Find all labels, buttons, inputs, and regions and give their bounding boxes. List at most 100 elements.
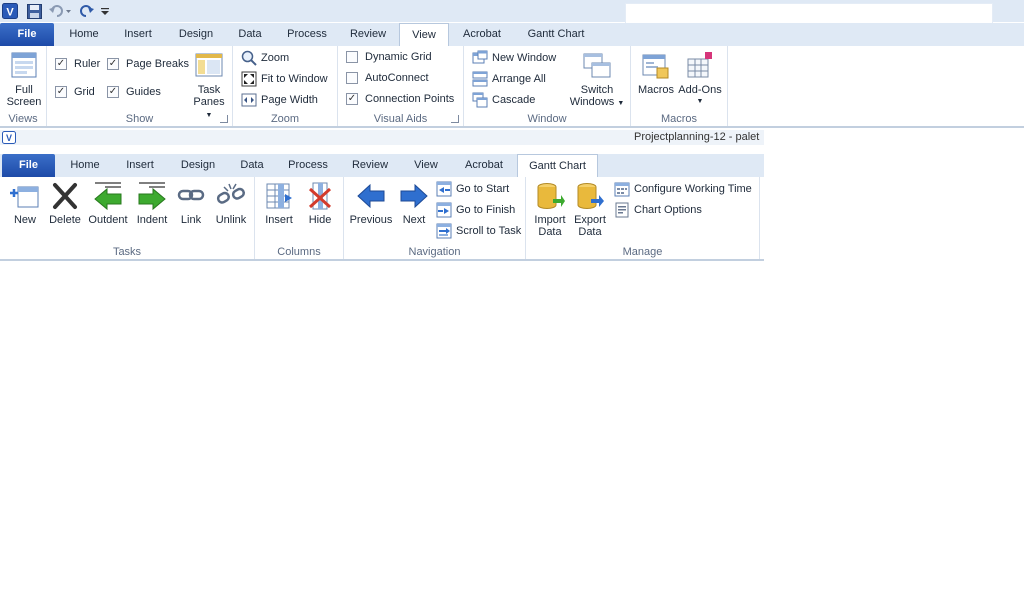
macros-button[interactable]: Macros [635, 51, 677, 96]
group-window: New Window Arrange All Cascade Switch Wi… [464, 46, 631, 126]
fit-to-window-button[interactable]: Fit to Window [241, 71, 328, 87]
autoconnect-checkbox[interactable]: AutoConnect [346, 72, 429, 84]
bottom-tab-insert[interactable]: Insert [116, 154, 164, 177]
full-screen-button[interactable]: Full Screen [4, 51, 44, 108]
tab-design[interactable]: Design [170, 23, 222, 46]
tab-review[interactable]: Review [342, 23, 394, 46]
import-data-label-2: Data [538, 226, 562, 238]
autoconnect-label: AutoConnect [365, 72, 429, 84]
cascade-label: Cascade [492, 94, 536, 106]
macros-label: Macros [637, 84, 675, 96]
hide-column-label: Hide [308, 214, 332, 226]
new-window-button[interactable]: New Window [472, 50, 556, 66]
previous-button[interactable]: Previous [348, 181, 394, 226]
next-label: Next [402, 214, 426, 226]
group-label-columns: Columns [277, 246, 321, 258]
full-screen-label-1: Full [15, 84, 33, 96]
save-icon[interactable] [26, 2, 42, 20]
redo-icon[interactable] [78, 2, 94, 20]
tab-view[interactable]: View [399, 23, 449, 47]
tab-insert[interactable]: Insert [114, 23, 162, 46]
page-breaks-checkbox[interactable]: ✓ Page Breaks [107, 58, 189, 70]
import-data-label-1: Import [534, 214, 566, 226]
task-panes-button[interactable]: Task Panes ▼ [189, 51, 229, 122]
dynamic-grid-checkbox[interactable]: Dynamic Grid [346, 51, 432, 63]
task-panes-icon [195, 53, 223, 77]
tab-gantt-chart[interactable]: Gantt Chart [522, 23, 590, 46]
go-to-start-label: Go to Start [456, 183, 510, 195]
link-label: Link [180, 214, 202, 226]
previous-arrow-icon [357, 183, 385, 209]
import-data-button[interactable]: Import Data [530, 181, 570, 238]
add-ons-label: Add-Ons [678, 84, 722, 96]
insert-column-button[interactable]: Insert [259, 181, 299, 226]
page-width-button[interactable]: Page Width [241, 92, 318, 108]
page-breaks-label: Page Breaks [126, 58, 189, 70]
ruler-checkbox[interactable]: ✓ Ruler [55, 58, 100, 70]
new-task-button[interactable]: New [6, 181, 44, 226]
bottom-tab-view[interactable]: View [405, 154, 447, 177]
outdent-button[interactable]: Outdent [86, 181, 130, 226]
visual-aids-dialog-launcher-icon[interactable] [451, 115, 459, 123]
undo-icon[interactable] [48, 2, 72, 20]
top-tab-bar: File Home Insert Design Data Process Rev… [0, 23, 1024, 47]
bottom-window-title-bar: V Projectplanning-12 - palet [0, 130, 764, 145]
unlink-chain-icon [216, 183, 245, 204]
grid-checkbox[interactable]: ✓ Grid [55, 86, 95, 98]
chart-options-icon [615, 202, 629, 218]
group-label-navigation: Navigation [408, 246, 461, 258]
tab-process[interactable]: Process [280, 23, 334, 46]
connection-points-checkbox[interactable]: ✓ Connection Points [346, 93, 454, 105]
new-window-label: New Window [492, 52, 557, 64]
delete-task-button[interactable]: Delete [46, 181, 84, 226]
guides-checkbox[interactable]: ✓ Guides [107, 86, 161, 98]
bottom-tab-process[interactable]: Process [281, 154, 335, 177]
outdent-label: Outdent [88, 214, 128, 226]
zoom-label: Zoom [261, 52, 290, 64]
hide-column-button[interactable]: Hide [301, 181, 339, 226]
switch-windows-button[interactable]: Switch Windows ▼ [566, 51, 628, 110]
export-data-label-1: Export [574, 214, 606, 226]
scroll-to-task-button[interactable]: Scroll to Task [436, 223, 521, 239]
add-ons-button[interactable]: Add-Ons ▼ [677, 51, 723, 108]
zoom-button[interactable]: Zoom [241, 50, 289, 66]
group-manage: Import Data Export Data Configure Workin… [526, 177, 760, 259]
group-label-zoom: Zoom [270, 113, 300, 125]
bottom-visio-logo-icon: V [2, 131, 16, 144]
indent-arrow-icon [138, 182, 166, 211]
tab-home[interactable]: Home [60, 23, 108, 46]
show-dialog-launcher-icon[interactable] [220, 115, 228, 123]
bottom-tab-file[interactable]: File [2, 154, 55, 177]
group-label-manage: Manage [622, 246, 663, 258]
tab-file[interactable]: File [0, 23, 54, 46]
link-button[interactable]: Link [174, 181, 208, 226]
chart-options-button[interactable]: Chart Options [614, 202, 702, 218]
go-to-start-button[interactable]: Go to Start [436, 181, 509, 197]
export-data-button[interactable]: Export Data [572, 181, 608, 238]
unlink-button[interactable]: Unlink [210, 181, 252, 226]
tab-acrobat[interactable]: Acrobat [456, 23, 508, 46]
customize-toolbar-icon[interactable] [98, 2, 112, 20]
fit-to-window-label: Fit to Window [261, 73, 328, 85]
tab-data[interactable]: Data [230, 23, 270, 46]
configure-working-time-button[interactable]: Configure Working Time [614, 181, 752, 197]
next-button[interactable]: Next [396, 181, 432, 226]
group-tasks: New Delete Outdent Indent Link Unlink Ta… [0, 177, 255, 259]
bottom-tab-acrobat[interactable]: Acrobat [458, 154, 510, 177]
bottom-tab-gantt-chart[interactable]: Gantt Chart [517, 154, 598, 178]
go-to-start-icon [436, 181, 452, 197]
group-label-show: Show [125, 113, 154, 125]
visio-logo-icon[interactable]: V [2, 2, 18, 20]
fit-to-window-icon [241, 71, 257, 87]
bottom-tab-home[interactable]: Home [61, 154, 109, 177]
page-width-label: Page Width [261, 94, 318, 106]
go-to-finish-button[interactable]: Go to Finish [436, 202, 515, 218]
indent-button[interactable]: Indent [132, 181, 172, 226]
indent-label: Indent [136, 214, 168, 226]
bottom-tab-design[interactable]: Design [172, 154, 224, 177]
cascade-button[interactable]: Cascade [472, 92, 535, 108]
arrange-all-button[interactable]: Arrange All [472, 71, 546, 87]
bottom-tab-data[interactable]: Data [232, 154, 272, 177]
full-screen-icon [11, 52, 37, 78]
bottom-tab-review[interactable]: Review [344, 154, 396, 177]
